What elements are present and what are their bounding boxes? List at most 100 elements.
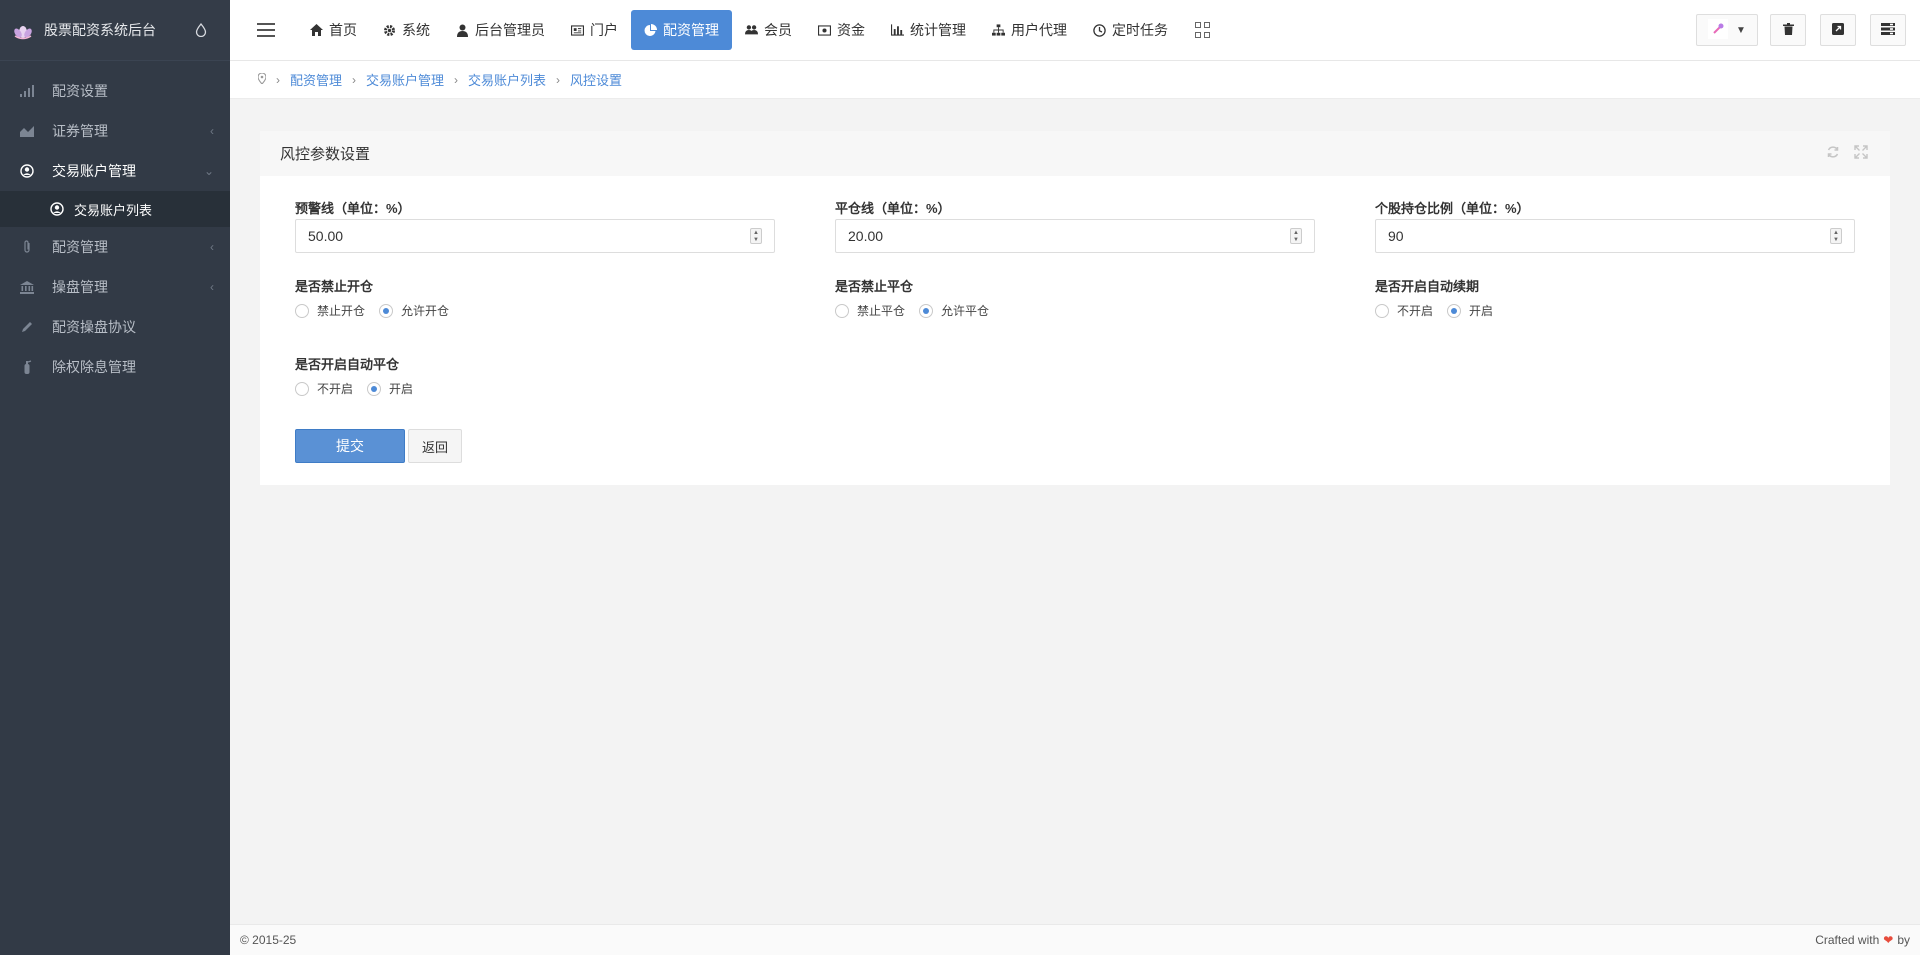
radio-auto-renew-on[interactable] — [1447, 303, 1462, 318]
bank-icon — [20, 280, 34, 294]
stock-ratio-field: 个股持仓比例（单位：%） 90 ▲ ▼ — [1375, 198, 1855, 253]
menu-toggle-icon[interactable] — [257, 23, 275, 37]
panel-title: 风控参数设置 — [280, 146, 371, 163]
nav-label: 门户 — [590, 22, 618, 38]
tint-icon[interactable] — [194, 22, 208, 38]
sidebar-item-trade-accounts[interactable]: 交易账户管理 ⌄ — [0, 151, 230, 191]
number-stepper[interactable]: ▲ ▼ — [1830, 228, 1842, 244]
sidebar-item-label: 操盘管理 — [52, 279, 108, 295]
tasks-icon — [1881, 22, 1895, 38]
radio-label: 允许开仓 — [401, 304, 450, 318]
radio-label: 开启 — [1469, 304, 1494, 318]
field-label: 个股持仓比例（单位：%） — [1375, 201, 1530, 216]
sidebar: 股票配资系统后台 配资设置 证券管理 ‹ 交易账户管理 ⌄ 交易账户列表 配资管… — [0, 0, 230, 955]
sidebar-item-label: 交易账户管理 — [52, 163, 136, 179]
nav-agents[interactable]: 用户代理 — [979, 10, 1080, 50]
external-link-icon — [1832, 22, 1844, 38]
stock-ratio-input[interactable]: 90 ▲ ▼ — [1375, 219, 1855, 253]
top-navbar: 首页 系统 后台管理员 门户 配资管理 会员 资金 统计管理 用户代理 定时任务 — [230, 0, 1920, 61]
fullscreen-icon[interactable] — [1854, 145, 1868, 163]
number-stepper[interactable]: ▲ ▼ — [1290, 228, 1302, 244]
clear-cache-button[interactable] — [1770, 14, 1806, 46]
warning-line-field: 预警线（单位：%） 50.00 ▲ ▼ — [295, 198, 775, 253]
back-button[interactable]: 返回 — [408, 429, 462, 463]
settings-panel-button[interactable] — [1870, 14, 1906, 46]
radio-forbid-open[interactable] — [295, 303, 309, 318]
forbid-open-field: 是否禁止开仓 禁止开仓 允许开仓 — [295, 276, 463, 319]
sidebar-subitem-account-list[interactable]: 交易账户列表 — [0, 191, 230, 227]
sitemap-icon — [992, 24, 1005, 37]
close-line-input[interactable]: 20.00 ▲ ▼ — [835, 219, 1315, 253]
radio-group: 禁止开仓 允许开仓 — [295, 302, 463, 319]
breadcrumb: › 配资管理 › 交易账户管理 › 交易账户列表 › 风控设置 — [230, 61, 1920, 99]
apps-grid-icon[interactable] — [1195, 22, 1211, 38]
radio-group: 不开启 开启 — [295, 380, 427, 397]
nav-scheduled-tasks[interactable]: 定时任务 — [1080, 10, 1181, 50]
newspaper-icon — [571, 24, 584, 37]
radio-forbid-close[interactable] — [835, 303, 849, 318]
area-chart-icon — [20, 124, 34, 138]
radio-group: 不开启 开启 — [1375, 302, 1507, 319]
map-marker-icon — [257, 71, 267, 87]
sidebar-item-label: 除权除息管理 — [52, 359, 136, 375]
submit-button[interactable]: 提交 — [295, 429, 405, 463]
lotus-logo-icon — [12, 19, 34, 41]
breadcrumb-link[interactable]: 配资管理 — [290, 70, 342, 89]
sidebar-menu: 配资设置 证券管理 ‹ 交易账户管理 ⌄ 交易账户列表 配资管理 ‹ 操盘管理 … — [0, 61, 230, 387]
field-label: 平仓线（单位：%） — [835, 201, 951, 216]
radio-auto-close-on[interactable] — [367, 381, 382, 396]
bar-chart-icon — [891, 24, 904, 37]
radio-auto-close-off[interactable] — [295, 381, 309, 396]
trash-icon — [1782, 22, 1794, 38]
sidebar-item-peizi-settings[interactable]: 配资设置 — [0, 71, 230, 111]
radio-allow-close[interactable] — [919, 303, 934, 318]
fire-extinguisher-icon — [20, 360, 34, 374]
gear-icon — [383, 24, 396, 37]
open-site-button[interactable] — [1820, 14, 1856, 46]
panel-header: 风控参数设置 — [260, 131, 1890, 176]
nav-label: 统计管理 — [910, 22, 966, 38]
warning-line-input[interactable]: 50.00 ▲ ▼ — [295, 219, 775, 253]
number-stepper[interactable]: ▲ ▼ — [750, 228, 762, 244]
pencil-icon — [20, 320, 34, 334]
nav-funds[interactable]: 资金 — [805, 10, 878, 50]
radio-allow-open[interactable] — [379, 303, 394, 318]
breadcrumb-link[interactable]: 交易账户管理 — [366, 70, 444, 89]
pin-icon — [1708, 18, 1729, 42]
forbid-close-field: 是否禁止平仓 禁止平仓 允许平仓 — [835, 276, 1003, 319]
breadcrumb-link[interactable]: 交易账户列表 — [468, 70, 546, 89]
close-line-field: 平仓线（单位：%） 20.00 ▲ ▼ — [835, 198, 1315, 253]
radio-auto-renew-off[interactable] — [1375, 303, 1389, 318]
panel-tools — [1826, 145, 1868, 163]
sidebar-item-dividend[interactable]: 除权除息管理 — [0, 347, 230, 387]
nav-label: 用户代理 — [1011, 22, 1067, 38]
refresh-icon[interactable] — [1826, 145, 1840, 163]
nav-peizi-management[interactable]: 配资管理 — [631, 10, 732, 50]
sidebar-item-agreement[interactable]: 配资操盘协议 — [0, 307, 230, 347]
crafted-text: Crafted with — [1815, 933, 1880, 947]
input-value: 50.00 — [308, 228, 344, 244]
field-label: 预警线（单位：%） — [295, 201, 411, 216]
auto-close-field: 是否开启自动平仓 不开启 开启 — [295, 354, 427, 397]
breadcrumb-separator: › — [454, 72, 459, 87]
chevron-left-icon: ‹ — [210, 124, 214, 138]
sidebar-item-peizi-management[interactable]: 配资管理 ‹ — [0, 227, 230, 267]
nav-admins[interactable]: 后台管理员 — [443, 10, 558, 50]
user-circle-icon — [50, 202, 64, 216]
nav-home[interactable]: 首页 — [297, 10, 370, 50]
paperclip-icon — [20, 240, 34, 254]
sidebar-item-securities[interactable]: 证券管理 ‹ — [0, 111, 230, 151]
skin-switcher-button[interactable]: ▼ — [1696, 14, 1758, 46]
chevron-down-icon: ⌄ — [203, 164, 214, 178]
top-right-tools: ▼ — [1696, 14, 1920, 46]
sidebar-item-label: 配资操盘协议 — [52, 319, 136, 335]
nav-system[interactable]: 系统 — [370, 10, 443, 50]
nav-statistics[interactable]: 统计管理 — [878, 10, 979, 50]
breadcrumb-current[interactable]: 风控设置 — [570, 70, 622, 89]
nav-members[interactable]: 会员 — [732, 10, 805, 50]
nav-label: 资金 — [837, 22, 865, 38]
users-icon — [745, 24, 758, 37]
sidebar-item-trading[interactable]: 操盘管理 ‹ — [0, 267, 230, 307]
nav-label: 系统 — [402, 22, 430, 38]
nav-portal[interactable]: 门户 — [558, 10, 631, 50]
